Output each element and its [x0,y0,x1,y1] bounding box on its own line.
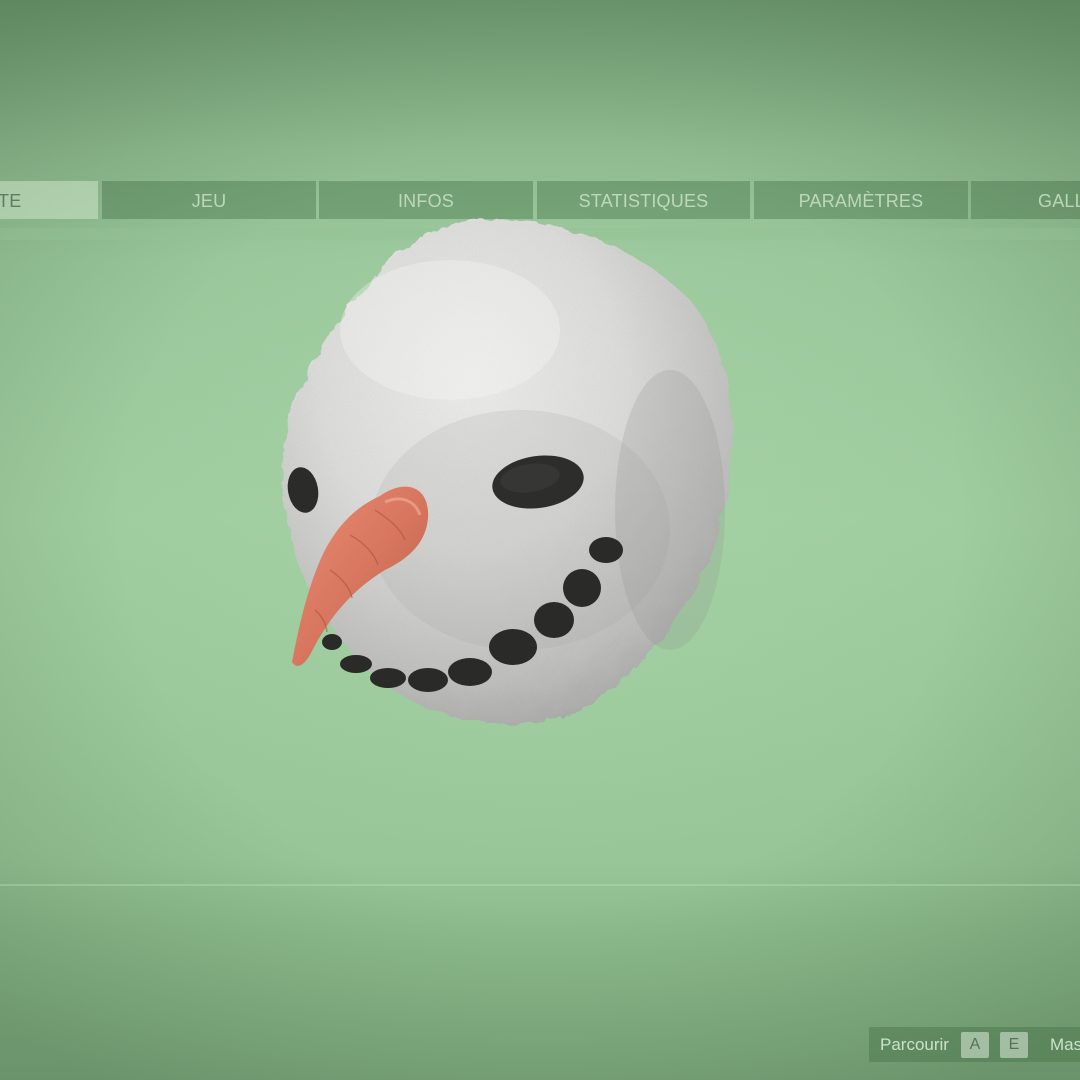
tab-label: INFOS [397,191,454,211]
snowman-head-mask-icon [270,210,750,740]
tab-label: JEU [191,191,227,211]
tab-label: PARAMÈTRES [798,191,924,211]
key-e-icon: E [1000,1032,1028,1058]
game-menu-screen: TE JEU INFOS STATISTIQUES PARAMÈTRES GAL… [0,0,1080,1080]
instructional-buttons-bar: Parcourir A E Mas [869,1027,1080,1062]
browse-hint-label: Parcourir [880,1035,949,1054]
tab-label: TE [0,191,22,211]
tab-label: STATISTIQUES [578,191,709,211]
tab-label: GALL [1038,191,1080,211]
floor-horizon [0,884,1080,886]
key-a-icon: A [961,1032,989,1058]
tab-galerie[interactable]: GALL [971,181,1080,219]
tab-parametres[interactable]: PARAMÈTRES [754,181,968,219]
tab-carte[interactable]: TE [0,181,98,219]
hide-hint-label: Mas [1050,1035,1080,1054]
